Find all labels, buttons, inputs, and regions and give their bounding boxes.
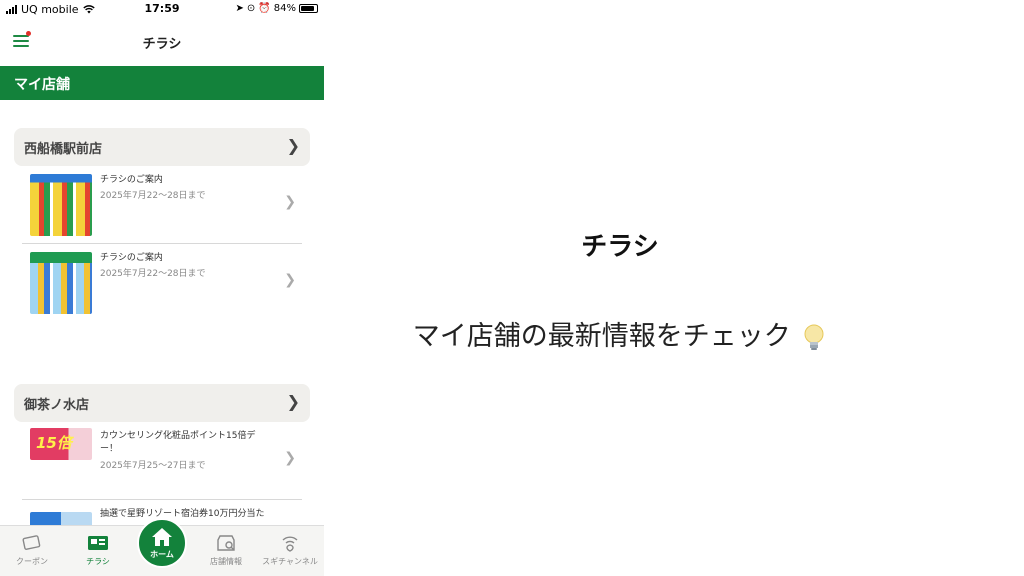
tab-bar: クーポン チラシ ホーム 店舗情報 スギチャンネル	[0, 518, 324, 576]
caption-title: チラシ	[581, 232, 659, 262]
store-header-ochanomizu[interactable]: 御茶ノ水店 ❯	[14, 384, 310, 422]
divider	[22, 499, 302, 500]
store-header-nishifunabashi[interactable]: 西船橋駅前店 ❯	[14, 128, 310, 166]
location-icon: ➤	[235, 3, 244, 14]
chevron-right-icon: ❯	[284, 194, 296, 210]
tab-channel[interactable]: スギチャンネル	[258, 534, 322, 567]
flyer-thumbnail	[30, 252, 92, 314]
phone-screen: UQ mobile 17:59 ➤ ⊙ ⏰ 84% チラシ マイ店舗 西船橋駅前…	[0, 0, 324, 576]
status-right: ➤ ⊙ ⏰ 84%	[236, 3, 318, 14]
chevron-right-icon: ❯	[284, 450, 296, 466]
tab-label: ホーム	[150, 550, 174, 559]
coupon-icon	[22, 535, 41, 550]
flyer-date: 2025年7月25～27日まで	[100, 461, 206, 471]
tab-label: スギチャンネル	[262, 557, 318, 566]
flyer-title: チラシのご案内	[100, 175, 163, 185]
tab-home[interactable]: ホーム	[137, 518, 187, 568]
battery-percent: 84%	[273, 3, 296, 14]
chevron-right-icon: ❯	[284, 272, 296, 288]
battery-icon	[299, 4, 318, 13]
chevron-right-icon: ❯	[286, 392, 300, 411]
tab-coupon[interactable]: クーポン	[0, 534, 64, 567]
home-icon	[152, 528, 172, 546]
page-title: チラシ	[142, 37, 182, 52]
my-store-section-header: マイ店舗	[0, 66, 324, 100]
flyer-date: 2025年7月22～28日まで	[100, 269, 206, 279]
store-name: 御茶ノ水店	[24, 398, 90, 413]
flyer-item[interactable]: チラシのご案内 2025年7月22～28日まで ❯	[22, 168, 302, 244]
promo-badge: 15倍	[36, 434, 72, 452]
flyer-item[interactable]: チラシのご案内 2025年7月22～28日まで ❯	[22, 246, 302, 322]
rotation-lock-icon: ⊙	[246, 3, 256, 14]
store-search-icon	[217, 535, 235, 551]
light-bulb-icon	[804, 324, 824, 350]
store-name: 西船橋駅前店	[24, 142, 103, 157]
tab-label: 店舗情報	[210, 557, 242, 566]
flyer-icon	[88, 536, 108, 550]
tab-flyer[interactable]: チラシ	[66, 534, 130, 567]
flyer-thumbnail	[30, 174, 92, 236]
caption-subtitle: マイ店舗の最新情報をチェック	[330, 314, 910, 353]
tab-store-info[interactable]: 店舗情報	[194, 534, 258, 567]
flyer-item[interactable]: 15倍 カウンセリング化粧品ポイント15倍デー！ 2025年7月25～27日まで…	[22, 424, 302, 500]
flyer-title: 抽選で星野リゾート宿泊券10万円分当た	[100, 509, 265, 519]
tab-label: クーポン	[16, 557, 48, 566]
flyer-date: 2025年7月22～28日まで	[100, 191, 206, 201]
chevron-right-icon: ❯	[286, 136, 300, 155]
caption-subtitle-text: マイ店舗の最新情報をチェック	[412, 321, 791, 352]
flyer-title: カウンセリング化粧品ポイント15倍デー！	[100, 431, 256, 454]
flyer-thumbnail: 15倍	[30, 428, 92, 460]
navigation-bar: チラシ	[0, 26, 324, 58]
channel-icon	[282, 536, 298, 552]
status-bar: UQ mobile 17:59 ➤ ⊙ ⏰ 84%	[0, 0, 324, 18]
tab-label: チラシ	[86, 557, 110, 566]
flyer-title: チラシのご案内	[100, 253, 163, 263]
alarm-icon: ⏰	[258, 3, 271, 14]
flyer-list[interactable]: 西船橋駅前店 ❯ チラシのご案内 2025年7月22～28日まで ❯ チラシのご…	[0, 100, 324, 525]
flyer-thumbnail	[30, 512, 92, 525]
divider	[22, 243, 302, 244]
